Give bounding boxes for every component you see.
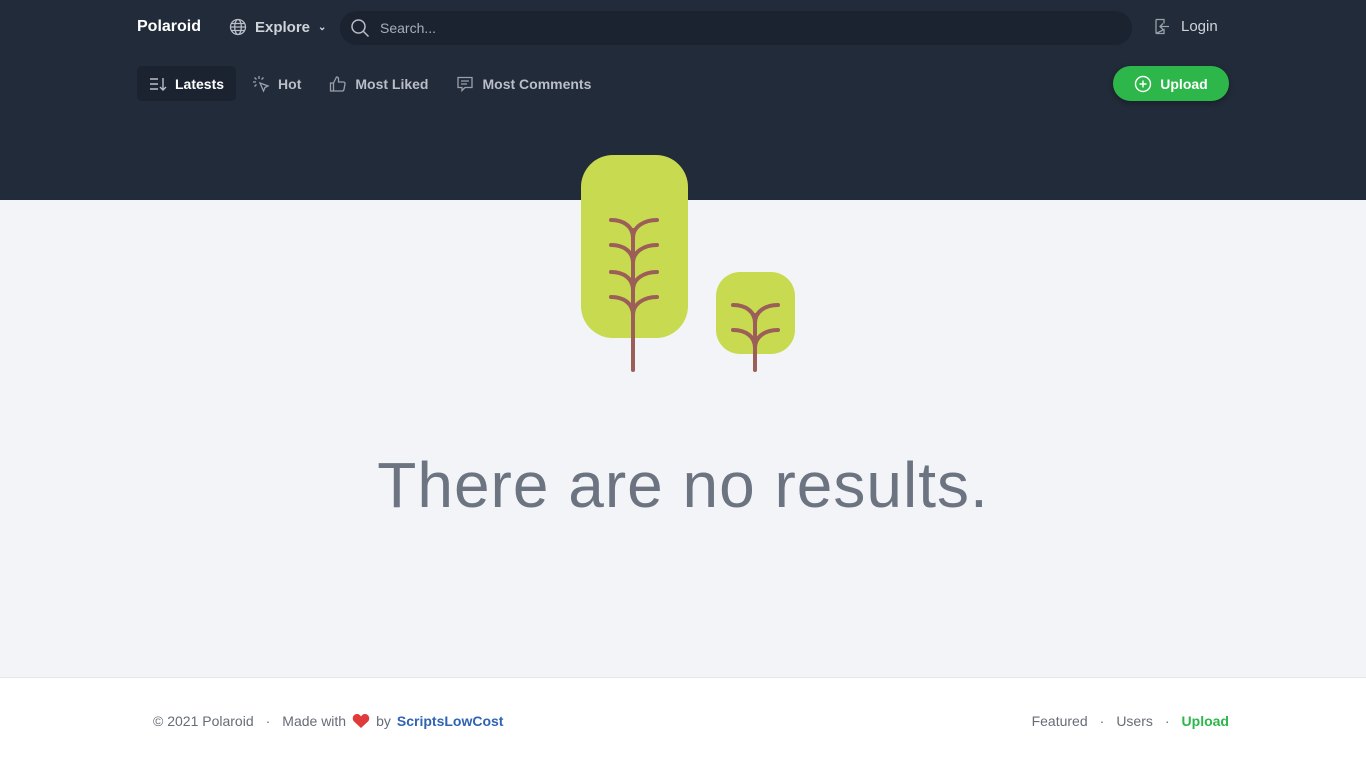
sort-tabs: Latests Hot Most Liked Most Comments	[137, 66, 603, 101]
chevron-down-icon: ⌄	[318, 21, 327, 33]
separator: ·	[1164, 713, 1170, 729]
tab-label: Most Comments	[482, 75, 592, 92]
separator: ·	[1099, 713, 1105, 729]
tab-label: Most Liked	[355, 75, 429, 92]
tab-latests[interactable]: Latests	[137, 66, 237, 101]
copyright: © 2021 Polaroid	[153, 713, 254, 729]
made-with-text: Made with	[282, 713, 347, 729]
tab-most-liked[interactable]: Most Liked	[317, 66, 440, 101]
plus-circle-icon	[1135, 75, 1152, 92]
explore-menu[interactable]: Explore ⌄	[229, 18, 326, 36]
tab-label: Latests	[175, 75, 225, 92]
tab-hot[interactable]: Hot	[240, 66, 313, 101]
search-icon	[351, 19, 370, 38]
tab-label: Hot	[278, 75, 302, 92]
footer: © 2021 Polaroid · Made with by ScriptsLo…	[0, 677, 1366, 762]
footer-link-upload[interactable]: Upload	[1182, 713, 1229, 729]
brand-logo[interactable]: Polaroid	[137, 18, 201, 36]
upload-button[interactable]: Upload	[1113, 66, 1229, 101]
sort-icon	[150, 77, 167, 91]
tab-most-comments[interactable]: Most Comments	[444, 66, 603, 101]
heart-icon	[352, 714, 370, 728]
footer-link-users[interactable]: Users	[1116, 713, 1153, 729]
explore-label: Explore	[255, 18, 311, 36]
by-text: by	[376, 713, 391, 729]
upload-label: Upload	[1160, 75, 1208, 92]
comment-icon	[457, 76, 474, 92]
author-link[interactable]: ScriptsLowCost	[397, 713, 504, 729]
search-bar[interactable]	[340, 11, 1132, 45]
footer-link-featured[interactable]: Featured	[1032, 713, 1088, 729]
search-input[interactable]	[380, 20, 1080, 36]
login-button[interactable]: Login	[1154, 18, 1218, 35]
thumbs-up-icon	[330, 75, 347, 92]
globe-icon	[229, 18, 247, 36]
sparkle-cursor-icon	[253, 75, 270, 93]
login-label: Login	[1181, 18, 1218, 35]
login-icon	[1155, 18, 1169, 35]
empty-trees-illustration	[581, 155, 795, 372]
separator: ·	[265, 713, 271, 729]
no-results-message: There are no results.	[377, 449, 989, 521]
